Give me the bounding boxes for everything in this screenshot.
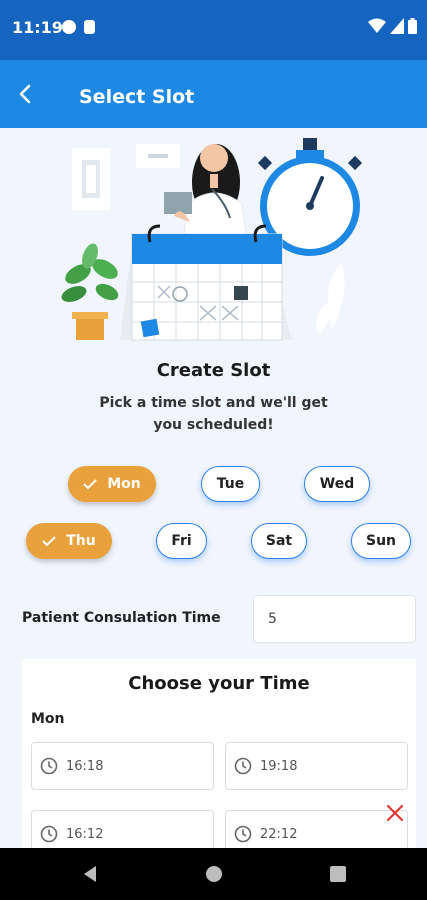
app-notification-icon [62,20,76,34]
time-slot-value: 19:18 [260,758,298,774]
page-title: Select Slot [79,86,195,108]
nav-recents-icon[interactable] [328,864,348,884]
day-label: Sun [365,533,397,549]
day-chip-fri[interactable]: Fri [156,523,207,559]
nav-home-icon[interactable] [204,864,224,884]
laptop [164,192,192,214]
time-slot[interactable]: 16:18 [31,742,214,790]
time-slot-value: 16:12 [66,826,104,842]
time-card: Choose your Time Mon 16:18 19:18 16:12 2… [22,659,416,859]
choose-time-heading: Choose your Time [128,673,310,694]
battery-icon [408,18,417,34]
time-slot-value: 22:12 [260,826,298,842]
day-chip-thu[interactable]: Thu [26,523,112,559]
signal-icon [390,18,404,34]
sd-card-icon [84,20,95,34]
wifi-icon [368,18,386,33]
back-arrow-icon[interactable] [14,82,38,106]
plant-pot [76,316,104,340]
nav-back-icon[interactable] [80,864,100,884]
doctor-calendar-illustration [61,138,363,341]
day-label: Fri [171,533,192,549]
day-chip-sun[interactable]: Sun [351,523,411,559]
create-slot-subtitle: Pick a time slot and we'll get you sched… [99,395,328,433]
day-chip-sat[interactable]: Sat [251,523,307,559]
clock-icon [40,757,58,775]
time-slot-value: 16:18 [66,758,104,774]
status-time: 11:19 [12,18,63,37]
clock-icon [40,825,58,843]
day-label: Tue [216,476,245,492]
selected-day-label: Mon [31,711,65,727]
system-nav-bar [0,848,427,900]
day-chip-tue[interactable]: Tue [201,466,260,502]
time-slot[interactable]: 19:18 [225,742,408,790]
day-chip-mon[interactable]: Mon [68,466,156,502]
check-icon [83,479,97,490]
create-slot-title: Create Slot [156,360,271,381]
clock-icon [234,825,252,843]
day-label: Thu [66,533,96,549]
day-label: Wed [319,476,355,492]
day-label: Mon [107,476,141,492]
status-bar: 11:19 [0,0,427,60]
remove-slot-icon[interactable] [386,804,404,822]
day-label: Sat [265,533,293,549]
check-icon [42,536,56,547]
day-chip-wed[interactable]: Wed [304,466,370,502]
status-icons [368,18,417,34]
consultation-time-label: Patient Consulation Time [22,610,221,626]
consultation-time-input[interactable] [253,595,416,643]
app-bar: Select Slot [0,60,427,128]
clock-icon [234,757,252,775]
